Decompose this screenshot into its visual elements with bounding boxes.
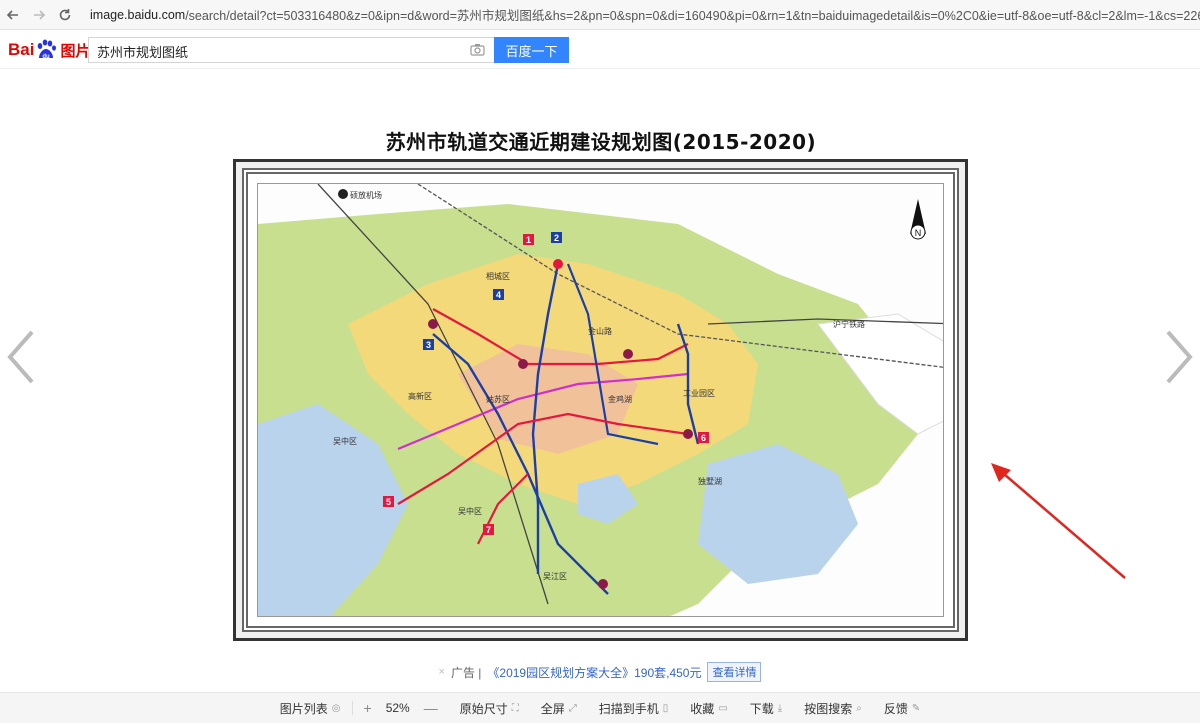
original-size-button[interactable]: 原始尺寸 ⛶ bbox=[449, 698, 530, 718]
feedback-label: 反馈 bbox=[883, 701, 908, 716]
address-bar[interactable]: image.baidu.com/search/detail?ct=5033164… bbox=[84, 3, 1200, 27]
original-size-label: 原始尺寸 bbox=[459, 701, 508, 716]
badge-line-5-text: 5 bbox=[386, 497, 391, 507]
fullscreen-button[interactable]: 全屏 ⤢ bbox=[530, 698, 588, 718]
download-label: 下载 bbox=[749, 701, 774, 716]
map-canvas: 1 2 3 4 5 6 7 相城区 高新区 姑苏区 工业园区 吴中区 吴中区 吴… bbox=[257, 183, 944, 617]
chevron-right-icon bbox=[1166, 330, 1193, 384]
ad-details-button[interactable]: 查看详情 bbox=[707, 662, 762, 682]
baidu-image-logo[interactable]: Bai du 图片 bbox=[8, 38, 90, 62]
search-input[interactable] bbox=[97, 41, 457, 61]
annotation-arrow-icon bbox=[991, 463, 1126, 579]
zoom-level: 52% bbox=[385, 701, 410, 715]
search-box bbox=[88, 37, 494, 63]
logo-text: Bai bbox=[8, 40, 35, 59]
airport-icon bbox=[338, 189, 348, 199]
back-button[interactable] bbox=[0, 2, 26, 28]
station-north bbox=[553, 259, 563, 269]
feedback-icon: ✎ bbox=[911, 702, 921, 714]
label-gaoxin: 高新区 bbox=[408, 391, 432, 401]
ad-banner: × 广告 | 《2019园区规划方案大全》190套,450元 查看详情 bbox=[0, 662, 1200, 682]
page-header: Bai du 图片 百度一下 bbox=[0, 31, 1200, 69]
station-center bbox=[518, 359, 528, 369]
badge-line-6-text: 6 bbox=[701, 433, 706, 443]
ad-link[interactable]: 《2019园区规划方案大全》190套,450元 bbox=[487, 664, 701, 681]
download-button[interactable]: 下载 ⤓ bbox=[739, 698, 793, 718]
station-south bbox=[598, 579, 608, 589]
next-image-button[interactable] bbox=[1158, 327, 1198, 387]
badge-line-7-text: 7 bbox=[486, 525, 491, 535]
label-lake: 独墅湖 bbox=[698, 476, 722, 486]
folder-icon: ▭ bbox=[718, 702, 728, 714]
back-arrow-icon bbox=[6, 9, 18, 20]
fullscreen-icon: ⤢ bbox=[568, 702, 577, 714]
chevron-circle-icon: ◎ bbox=[331, 702, 341, 714]
north-label: N bbox=[915, 228, 922, 238]
ad-prefix: 广告 | bbox=[450, 665, 482, 680]
image-list-label: 图片列表 bbox=[279, 701, 328, 716]
map-image[interactable]: 1 2 3 4 5 6 7 相城区 高新区 姑苏区 工业园区 吴中区 吴中区 吴… bbox=[233, 159, 968, 641]
camera-icon[interactable] bbox=[470, 43, 485, 57]
logo-section-text: 图片 bbox=[60, 42, 91, 60]
zoom-in-button[interactable]: + bbox=[364, 700, 372, 716]
chevron-left-icon bbox=[7, 330, 34, 384]
forward-button[interactable] bbox=[26, 2, 52, 28]
badge-line-3-text: 3 bbox=[426, 340, 431, 350]
scan-to-phone-button[interactable]: 扫描到手机 ▯ bbox=[588, 698, 680, 718]
zoom-out-button[interactable]: — bbox=[424, 700, 438, 716]
image-toolbar: 图片列表 ◎ + 52% — 原始尺寸 ⛶ 全屏 ⤢ 扫描到手机 ▯ 收藏 ▭ … bbox=[0, 692, 1200, 723]
prev-image-button[interactable] bbox=[2, 327, 42, 387]
map-border: 1 2 3 4 5 6 7 相城区 高新区 姑苏区 工业园区 吴中区 吴中区 吴… bbox=[242, 168, 959, 632]
label-xiangcheng: 相城区 bbox=[486, 271, 510, 281]
fullscreen-label: 全屏 bbox=[540, 701, 565, 716]
search-button[interactable]: 百度一下 bbox=[494, 37, 569, 63]
scan-label: 扫描到手机 bbox=[598, 701, 659, 716]
badge-line-2-text: 2 bbox=[554, 233, 559, 243]
reload-icon bbox=[59, 8, 71, 20]
metro-map: 1 2 3 4 5 6 7 相城区 高新区 姑苏区 工业园区 吴中区 吴中区 吴… bbox=[258, 184, 943, 616]
browser-toolbar: image.baidu.com/search/detail?ct=5033164… bbox=[0, 0, 1200, 30]
badge-line-4-text: 4 bbox=[496, 290, 501, 300]
label-wuzhong: 吴中区 bbox=[458, 506, 482, 516]
reload-button[interactable] bbox=[52, 2, 78, 28]
collect-label: 收藏 bbox=[690, 701, 715, 716]
map-title: 苏州市轨道交通近期建设规划图(2015-2020) bbox=[385, 130, 817, 154]
zoom-control: + 52% — bbox=[353, 700, 449, 716]
feedback-button[interactable]: 反馈 ✎ bbox=[873, 698, 931, 718]
paw-icon: du bbox=[35, 39, 57, 61]
label-gusu: 姑苏区 bbox=[486, 394, 510, 404]
station-east bbox=[623, 349, 633, 359]
label-gongye: 工业园区 bbox=[683, 388, 715, 398]
search-by-image-button[interactable]: 按图搜索 ⌕ bbox=[793, 698, 873, 718]
label-huning: 沪宁铁路 bbox=[833, 319, 865, 329]
url-host: image.baidu.com bbox=[90, 7, 186, 22]
url-path: /search/detail?ct=503316480&z=0&ipn=d&wo… bbox=[185, 9, 1200, 23]
collect-button[interactable]: 收藏 ▭ bbox=[679, 698, 738, 718]
station-southeast bbox=[683, 429, 693, 439]
badge-line-1-text: 1 bbox=[526, 235, 531, 245]
label-wujiang: 吴江区 bbox=[543, 572, 567, 581]
ad-close-icon[interactable]: × bbox=[439, 666, 445, 678]
phone-icon: ▯ bbox=[662, 702, 669, 714]
original-size-icon: ⛶ bbox=[511, 702, 519, 714]
search-by-image-label: 按图搜索 bbox=[804, 701, 853, 716]
forward-arrow-icon bbox=[34, 9, 46, 20]
image-search-icon: ⌕ bbox=[856, 702, 862, 714]
download-icon: ⤓ bbox=[777, 702, 783, 714]
label-wuzhong-west: 吴中区 bbox=[333, 436, 357, 446]
svg-text:du: du bbox=[43, 54, 51, 60]
station-west bbox=[428, 319, 438, 329]
label-airport: 硕放机场 bbox=[350, 190, 382, 200]
label-jinghu: 金鸡湖 bbox=[608, 394, 632, 404]
label-road: 金山路 bbox=[588, 326, 612, 336]
image-list-button[interactable]: 图片列表 ◎ bbox=[269, 698, 352, 718]
